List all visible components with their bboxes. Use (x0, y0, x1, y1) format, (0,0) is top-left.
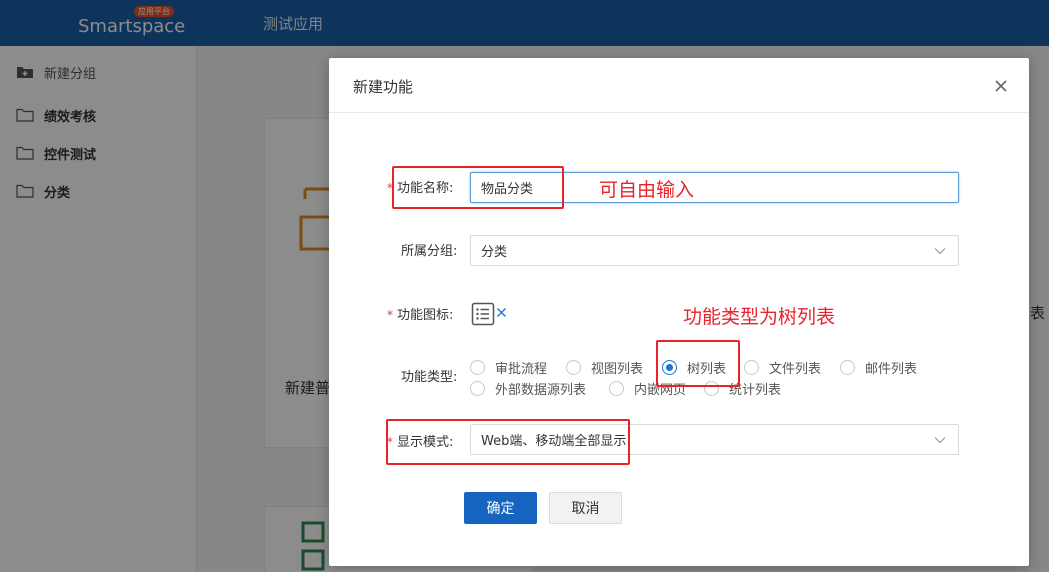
radio-button (470, 380, 485, 396)
cancel-button[interactable]: 取消 (549, 492, 622, 524)
annotation-text-name: 可自由输入 (599, 179, 695, 201)
radio-button (840, 359, 855, 375)
annotation-box-type (656, 340, 740, 387)
type-option-approval[interactable]: 审批流程 (470, 358, 547, 377)
annotation-text-type: 功能类型为树列表 (683, 306, 836, 328)
annotation-box-display (386, 419, 630, 465)
chevron-down-icon (934, 437, 946, 444)
type-option-mail-list[interactable]: 邮件列表 (840, 358, 917, 377)
type-option-external-data[interactable]: 外部数据源列表 (470, 379, 586, 398)
radio-button (744, 359, 759, 375)
chevron-down-icon (934, 248, 946, 255)
confirm-button[interactable]: 确定 (464, 492, 537, 524)
dialog-header: 新建功能 (329, 58, 1029, 113)
radio-button (609, 380, 624, 396)
remove-icon[interactable] (496, 307, 507, 318)
required-mark: * (387, 308, 393, 322)
new-function-dialog: 新建功能 * 功能名称: 物品分类 所属分组: 分类 * 功能图标: 功能类型: 审… (329, 58, 1029, 566)
function-type-label: 功能类型: (401, 370, 458, 385)
group-value: 分类 (481, 245, 508, 260)
dialog-title: 新建功能 (353, 78, 414, 96)
radio-button (470, 359, 485, 375)
annotation-box-name (392, 166, 564, 209)
close-icon[interactable] (989, 74, 1013, 98)
type-option-view-list[interactable]: 视图列表 (566, 358, 643, 377)
list-icon[interactable] (471, 302, 495, 326)
type-option-file-list[interactable]: 文件列表 (744, 358, 821, 377)
function-icon-label: * 功能图标: (387, 308, 454, 323)
radio-button (566, 359, 581, 375)
group-select[interactable]: 分类 (470, 235, 959, 266)
group-label: 所属分组: (401, 244, 458, 259)
